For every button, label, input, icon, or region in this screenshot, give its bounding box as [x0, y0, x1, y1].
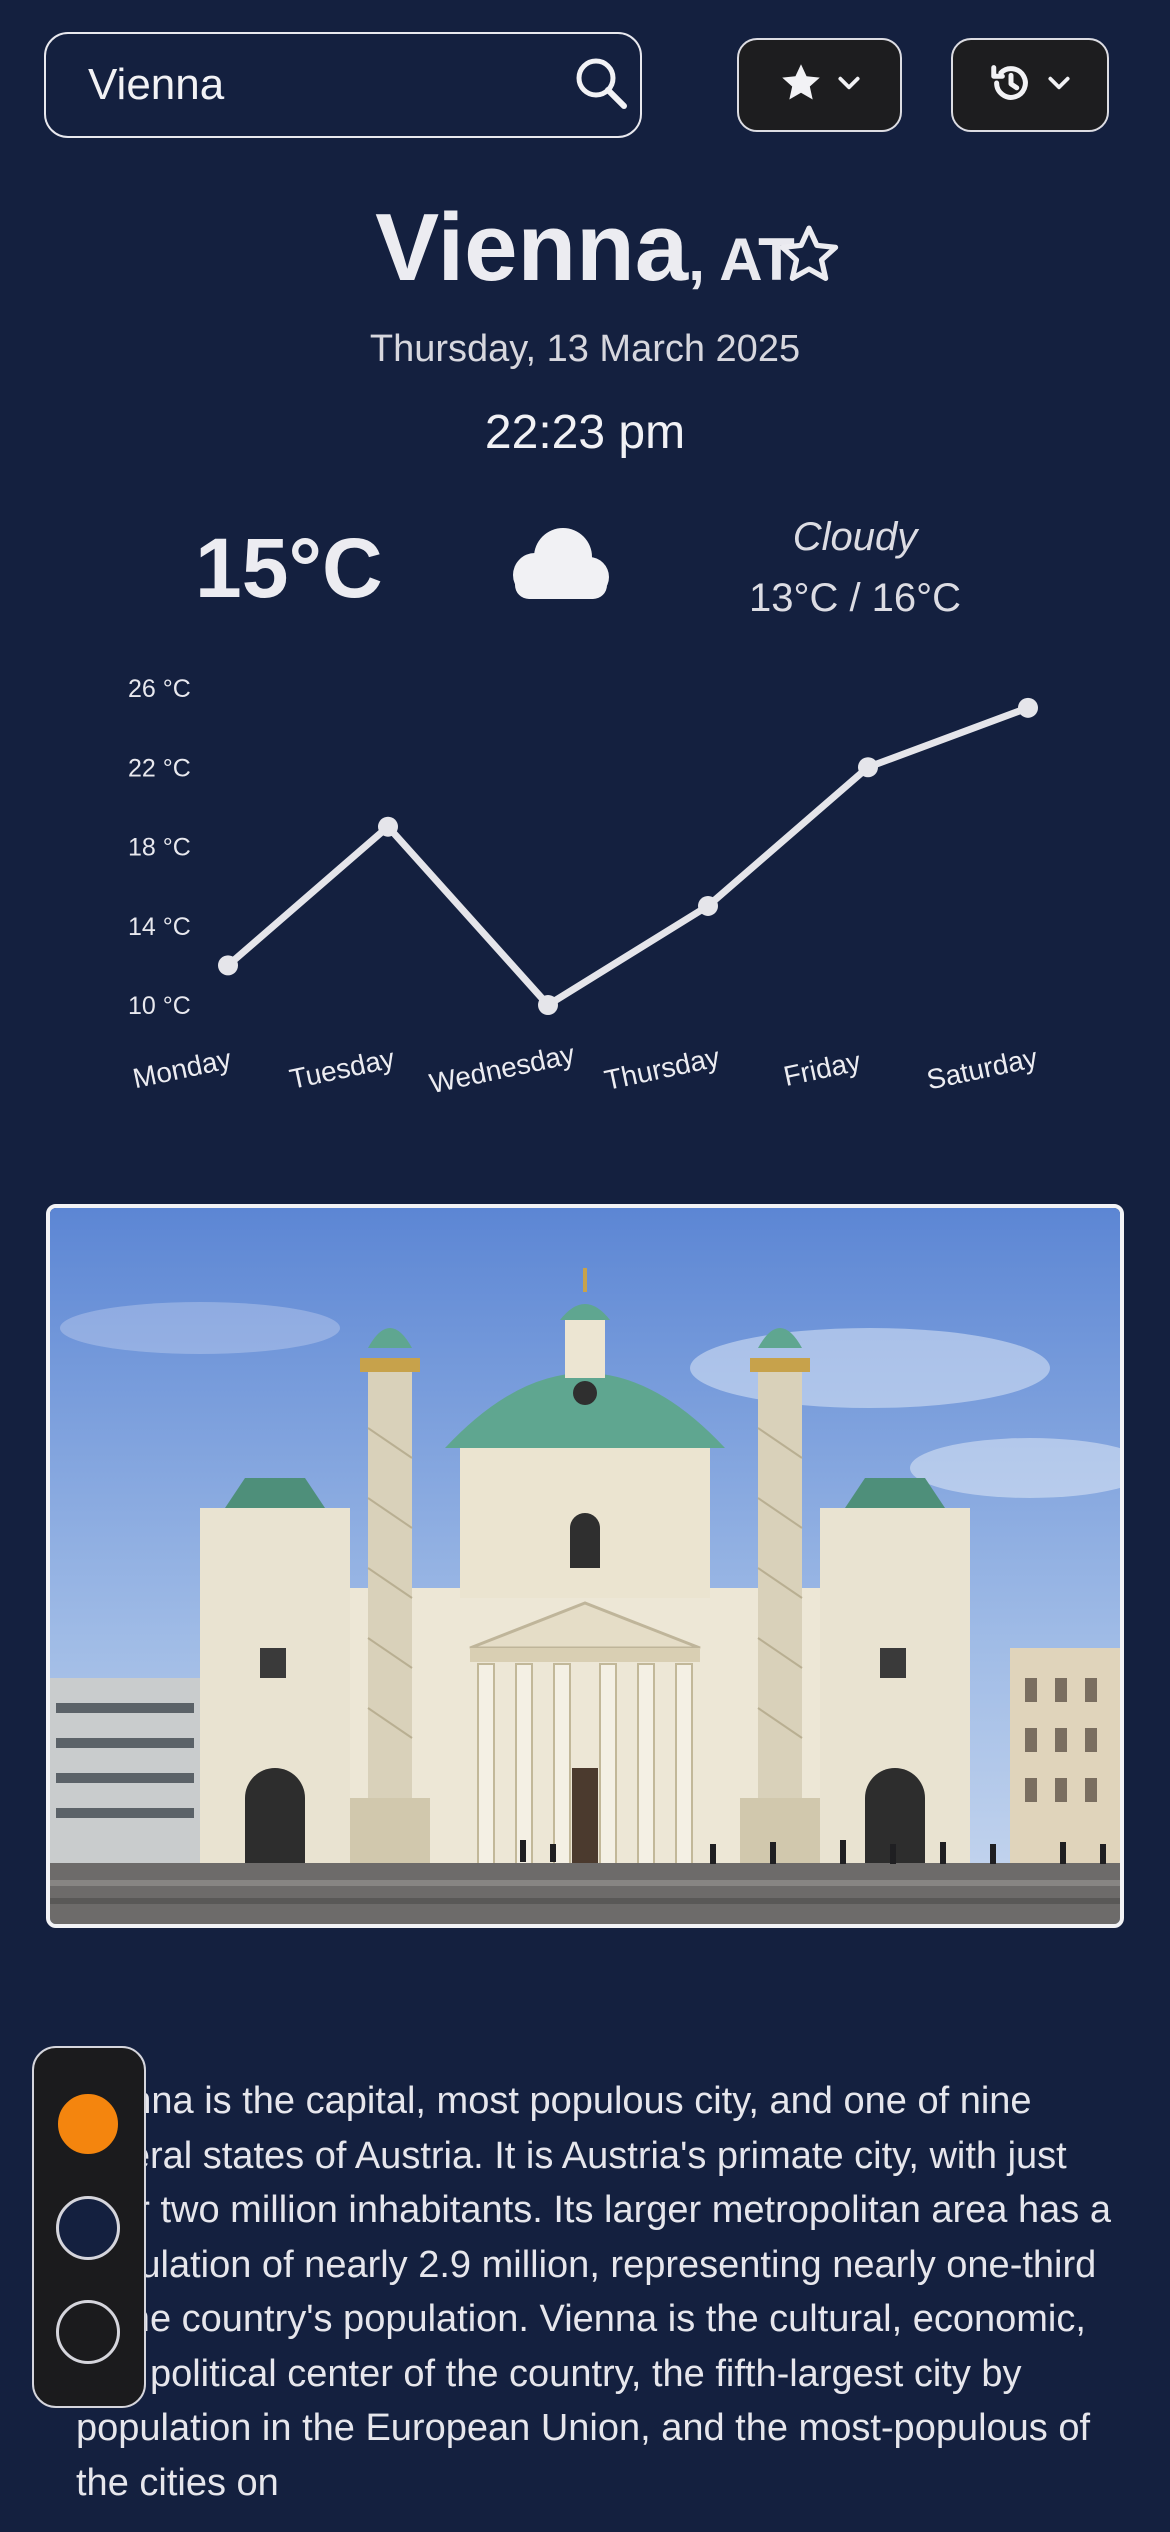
search-icon[interactable]: [570, 52, 634, 116]
karlskirche-photo: [50, 1208, 1120, 1924]
theme-option-navy[interactable]: [56, 2196, 120, 2260]
y-tick-label: 14 °C: [128, 913, 191, 941]
weather-condition: Cloudy: [792, 515, 918, 559]
current-temperature: 15°C: [195, 521, 383, 615]
temperature-chart: 26 °C 22 °C 18 °C 14 °C 10 °C Monday Tuesday We…: [0, 650, 1170, 1130]
theme-switcher: [32, 2046, 146, 2408]
x-tick-label: Tuesday: [287, 1042, 397, 1094]
y-tick-label: 26 °C: [128, 675, 191, 703]
temperature-chart-svg: 26 °C 22 °C 18 °C 14 °C 10 °C Monday Tuesday We…: [128, 675, 1040, 1099]
data-point: [1018, 697, 1038, 718]
x-tick-label: Friday: [781, 1045, 864, 1091]
city-name: Vienna: [375, 194, 689, 301]
data-point: [378, 816, 398, 837]
theme-option-orange[interactable]: [56, 2092, 120, 2156]
data-point: [538, 995, 558, 1015]
theme-option-black[interactable]: [56, 2300, 120, 2364]
time-text: 22:23 pm: [484, 406, 686, 459]
temperature-series-line: [225, 704, 1030, 1009]
cloud-icon: [503, 525, 613, 603]
y-tick-label: 10 °C: [128, 992, 191, 1020]
star-outline-icon[interactable]: [774, 220, 844, 290]
date-text: Thursday, 13 March 2025: [369, 328, 801, 370]
data-point: [218, 955, 238, 976]
star-icon: [778, 60, 824, 111]
x-tick-label: Wednesday: [427, 1038, 578, 1099]
city-description: Vienna is the capital, most populous cit…: [76, 2080, 1111, 2504]
temperature-range: 13°C / 16°C: [748, 576, 962, 620]
chevron-down-icon: [836, 70, 862, 101]
data-point: [698, 895, 718, 916]
search-box[interactable]: [44, 32, 642, 138]
x-tick-label: Thursday: [602, 1041, 723, 1096]
city-photo: [46, 1204, 1124, 1928]
y-tick-label: 22 °C: [128, 754, 191, 782]
city-heading: Vienna, AT: [0, 200, 1170, 296]
favorites-dropdown-button[interactable]: [737, 38, 902, 132]
history-icon: [988, 60, 1034, 111]
x-tick-label: Monday: [130, 1043, 234, 1094]
history-dropdown-button[interactable]: [951, 38, 1109, 132]
x-tick-label: Saturday: [924, 1042, 1040, 1096]
y-tick-label: 18 °C: [128, 834, 191, 862]
search-input[interactable]: [86, 59, 550, 111]
chevron-down-icon: [1046, 70, 1072, 101]
data-point: [858, 757, 878, 778]
